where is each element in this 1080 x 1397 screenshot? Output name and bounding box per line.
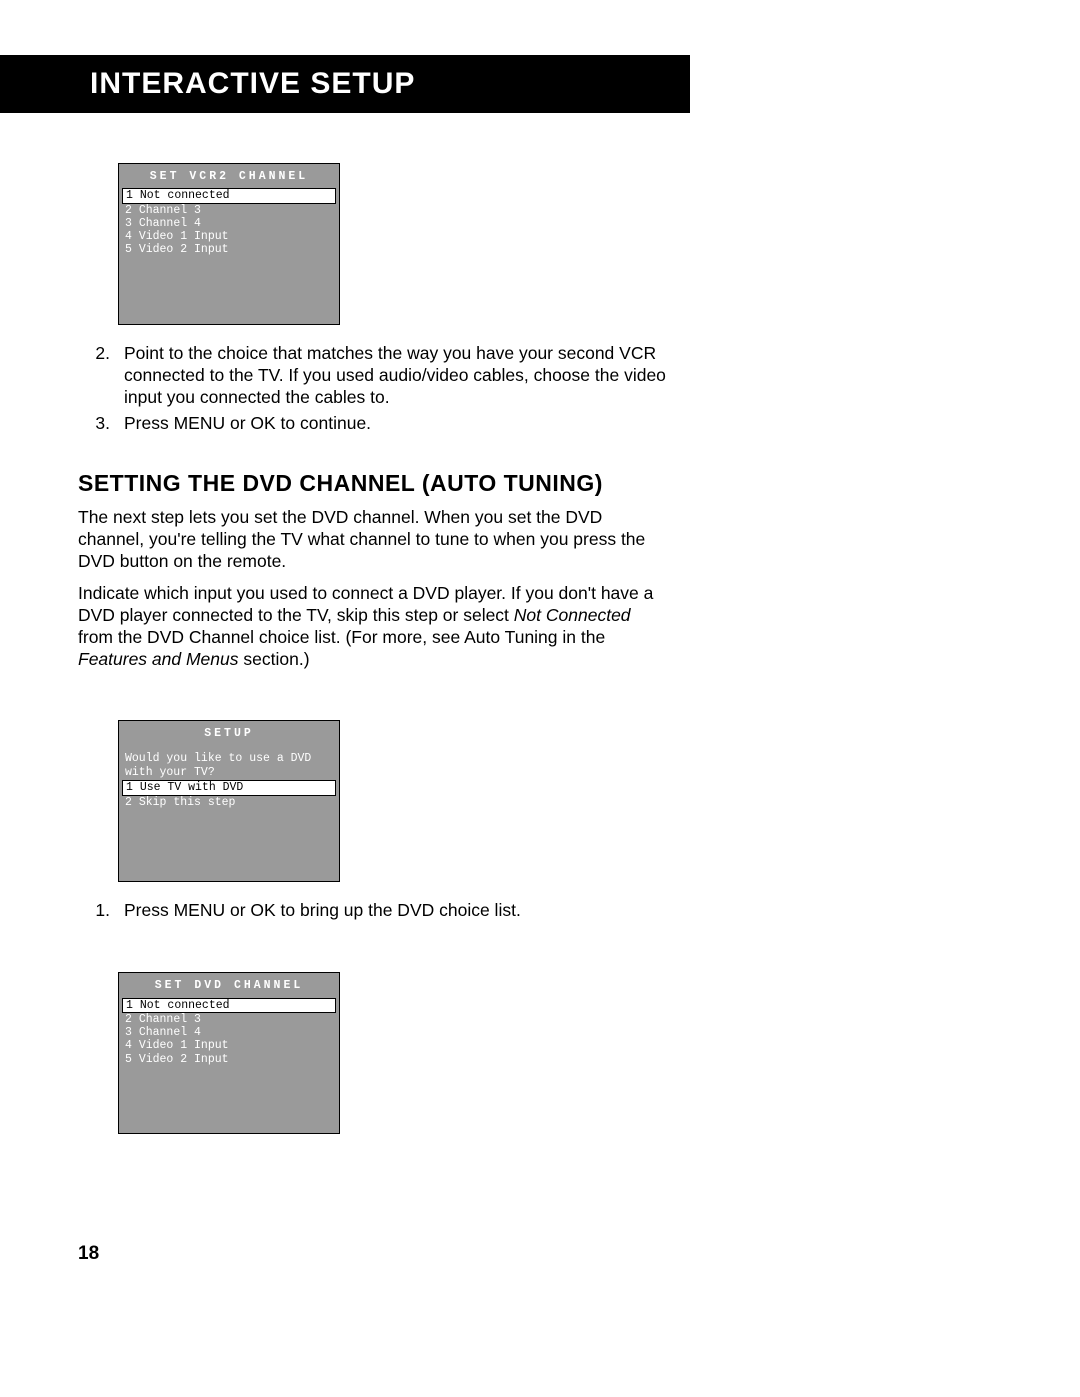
osd-item-selected: 1 Use TV with DVD: [122, 780, 336, 795]
paragraph: The next step lets you set the DVD chann…: [78, 507, 668, 573]
osd-item-selected: 1 Not connected: [122, 188, 336, 203]
step-number: 1.: [78, 900, 124, 922]
osd-prompt: Would you like to use a DVD with your TV…: [119, 746, 339, 781]
step-number: 2.: [78, 343, 124, 409]
osd-screen-setup: SETUP Would you like to use a DVD with y…: [118, 720, 340, 882]
page-number: 18: [78, 1243, 99, 1265]
step-number: 3.: [78, 413, 124, 435]
step-text: Press MENU or OK to continue.: [124, 413, 668, 435]
osd-item: 5 Video 2 Input: [119, 243, 339, 256]
osd-item-selected: 1 Not connected: [122, 998, 336, 1013]
step-text: Press MENU or OK to bring up the DVD cho…: [124, 900, 668, 922]
step-item: 3. Press MENU or OK to continue.: [78, 413, 668, 435]
osd-item: 2 Channel 3: [119, 204, 339, 217]
page: Interactive Setup SET VCR2 CHANNEL 1 Not…: [0, 0, 1080, 1300]
osd-screen-dvd: SET DVD CHANNEL 1 Not connected 2 Channe…: [118, 972, 340, 1134]
osd-item: 3 Channel 4: [119, 217, 339, 230]
content-column: SET VCR2 CHANNEL 1 Not connected 2 Chann…: [78, 163, 668, 1134]
osd-item: 4 Video 1 Input: [119, 1039, 339, 1052]
italic-text: Not Connected: [514, 605, 631, 625]
osd-item: 2 Skip this step: [119, 796, 339, 809]
paragraph: Indicate which input you used to connect…: [78, 583, 668, 671]
osd-item: 4 Video 1 Input: [119, 230, 339, 243]
step-text: Point to the choice that matches the way…: [124, 343, 668, 409]
osd-title: SET VCR2 CHANNEL: [119, 164, 339, 188]
osd-item: 5 Video 2 Input: [119, 1053, 339, 1066]
italic-text: Features and Menus: [78, 649, 239, 669]
osd-title: SETUP: [119, 721, 339, 745]
osd-screen-vcr2: SET VCR2 CHANNEL 1 Not connected 2 Chann…: [118, 163, 340, 325]
osd-title: SET DVD CHANNEL: [119, 973, 339, 997]
section-heading: Setting the DVD Channel (Auto Tuning): [78, 469, 668, 498]
chapter-banner: Interactive Setup: [0, 55, 690, 113]
osd-item: 3 Channel 4: [119, 1026, 339, 1039]
step-item: 2. Point to the choice that matches the …: [78, 343, 668, 409]
osd-item: 2 Channel 3: [119, 1013, 339, 1026]
step-item: 1. Press MENU or OK to bring up the DVD …: [78, 900, 668, 922]
